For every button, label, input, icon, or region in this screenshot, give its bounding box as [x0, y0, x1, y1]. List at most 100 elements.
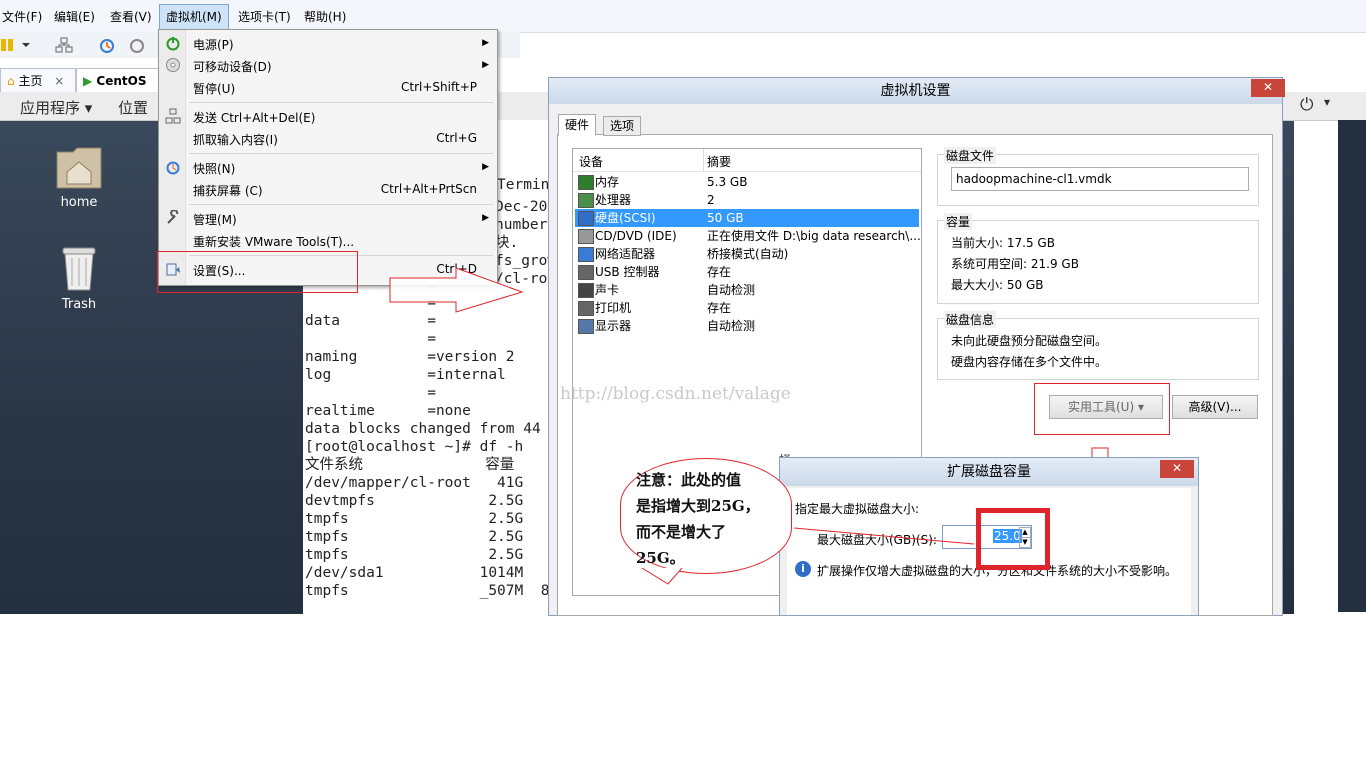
settings-title-bar: 虚拟机设置 [549, 78, 1282, 104]
menu-item[interactable]: 快照(N) ▶ [159, 157, 497, 177]
info-icon: i [795, 561, 811, 577]
desktop-icon-home[interactable]: home [39, 142, 119, 210]
menu-item-label: 可移动设备(D) [193, 60, 272, 74]
menu-item-label: 捕获屏幕 (C) [193, 184, 263, 198]
menu-item-shortcut: Ctrl+Shift+P [401, 80, 477, 94]
device-summary: 50 GB [707, 211, 744, 225]
chevron-down-icon[interactable]: ▾ [1324, 95, 1330, 109]
terminal-partial-text: number [495, 217, 548, 233]
menu-help[interactable]: 帮助(H) [304, 8, 346, 25]
menu-item[interactable]: 暂停(U) Ctrl+Shift+P [159, 77, 497, 97]
device-summary: 2 [707, 193, 715, 207]
menu-item[interactable]: 重新安装 VMware Tools(T)... [159, 230, 497, 250]
terminal-line: /dev/sda1 1014M [305, 565, 524, 581]
chevron-down-icon[interactable] [20, 36, 32, 54]
network-icon [165, 108, 181, 124]
device-summary: 存在 [707, 301, 732, 315]
terminal-line: /dev/mapper/cl-root 41G [305, 475, 524, 491]
advanced-button[interactable]: 高级(V)... [1172, 395, 1258, 419]
max-size: 最大大小: 50 GB [951, 278, 1044, 292]
menu-item[interactable]: 管理(M) ▶ [159, 208, 497, 228]
terminal-line: data blocks changed from 44 [305, 421, 541, 437]
device-row[interactable]: 硬盘(SCSI) 50 GB [575, 209, 919, 227]
device-row[interactable]: 打印机 存在 [575, 299, 919, 317]
close-icon[interactable]: × [54, 74, 64, 88]
applications-menu[interactable]: 应用程序 ▾ [20, 97, 92, 118]
device-row[interactable]: USB 控制器 存在 [575, 263, 919, 281]
close-icon[interactable]: ✕ [1251, 79, 1285, 97]
device-icon [578, 247, 594, 262]
terminal-line: [root@localhost ~]# df -h [305, 439, 524, 455]
terminal-line: devtmpfs 2.5G [305, 493, 524, 509]
menu-file[interactable]: 文件(F) [2, 8, 42, 25]
terminal-line: tmpfs 2.5G [305, 529, 524, 545]
device-icon [578, 229, 594, 244]
submenu-arrow-icon: ▶ [482, 38, 489, 48]
device-icon [578, 193, 594, 208]
device-name: CD/DVD (IDE) [595, 229, 677, 243]
device-name: 声卡 [595, 283, 620, 297]
vm-dropdown-menu: 电源(P) ▶ 可移动设备(D) ▶ 暂停(U) Ctrl+Shift+P 发送 Ctrl+… [158, 29, 498, 286]
menu-item[interactable]: 抓取输入内容(I) Ctrl+G [159, 128, 497, 148]
power-icon [166, 37, 180, 51]
pause-icon[interactable] [0, 36, 18, 54]
menu-item[interactable]: 可移动设备(D) ▶ [159, 55, 497, 75]
menu-item[interactable]: 发送 Ctrl+Alt+Del(E) [159, 106, 497, 126]
trash-icon [62, 247, 96, 291]
menu-view[interactable]: 查看(V) [110, 8, 152, 25]
snapshot-icon [166, 161, 180, 175]
current-size: 当前大小: 17.5 GB [951, 236, 1055, 250]
device-row[interactable]: 内存 5.3 GB [575, 173, 919, 191]
terminal-line: naming =version 2 [305, 349, 515, 365]
device-name: 打印机 [595, 301, 632, 315]
disc-icon [166, 58, 180, 72]
device-row[interactable]: 显示器 自动检测 [575, 317, 919, 335]
menu-item-shortcut: Ctrl+Alt+PrtScn [380, 182, 477, 196]
watermark: http://blog.csdn.net/valage [560, 384, 791, 404]
device-row[interactable]: CD/DVD (IDE) 正在使用文件 D:\big data research\… [575, 227, 921, 245]
tab-options[interactable]: 选项 [603, 116, 642, 136]
menu-item[interactable]: 捕获屏幕 (C) Ctrl+Alt+PrtScn [159, 179, 497, 199]
submenu-arrow-icon: ▶ [482, 213, 489, 223]
close-icon[interactable]: ✕ [1160, 460, 1194, 478]
menu-item-label: 抓取输入内容(I) [193, 133, 278, 147]
device-name: USB 控制器 [595, 265, 660, 279]
revert-snapshot-icon[interactable] [128, 36, 146, 54]
tab-hardware[interactable]: 硬件 [558, 114, 597, 136]
power-icon[interactable]: ⏻ [1300, 95, 1313, 115]
tab-centos[interactable]: ▶ CentOS 64 [76, 68, 170, 112]
device-row[interactable]: 处理器 2 [575, 191, 919, 209]
terminal-partial-text: Dec-20 [495, 199, 548, 215]
menu-item-label: 电源(P) [193, 38, 234, 52]
expand-instruction: 指定最大虚拟磁盘大小: [795, 502, 920, 516]
menu-item[interactable]: 电源(P) ▶ [159, 33, 497, 53]
disk-file-group: 磁盘文件 hadoopmachine-cl1.vmdk [937, 147, 1259, 206]
disk-file-field[interactable]: hadoopmachine-cl1.vmdk [951, 167, 1249, 191]
capacity-group: 容量 当前大小: 17.5 GB 系统可用空间: 21.9 GB 最大大小: 5… [937, 213, 1259, 304]
column-header-device: 设备 [579, 155, 604, 169]
terminal-line: tmpfs 2.5G [305, 511, 524, 527]
menu-vm[interactable]: 虚拟机(M) [159, 4, 229, 30]
device-icon [578, 301, 594, 316]
network-icon[interactable] [55, 36, 73, 54]
device-row[interactable]: 声卡 自动检测 [575, 281, 919, 299]
menu-separator [189, 102, 493, 103]
expand-title-bar: 扩展磁盘容量 [780, 458, 1198, 486]
device-row[interactable]: 网络适配器 桥接模式(自动) [575, 245, 919, 263]
disk-info-line: 未向此硬盘预分配磁盘空间。 [951, 334, 1108, 348]
device-summary: 自动检测 [707, 319, 756, 333]
desktop-icon-trash[interactable]: Trash [39, 244, 119, 312]
device-icon [578, 283, 594, 298]
device-icon [578, 211, 594, 226]
menu-separator [189, 204, 493, 205]
places-menu[interactable]: 位置 [118, 97, 148, 118]
wrench-icon [167, 210, 179, 224]
snapshot-icon[interactable] [98, 36, 116, 54]
submenu-arrow-icon: ▶ [482, 162, 489, 172]
tab-home[interactable]: ⌂ 主页 × [0, 68, 76, 93]
annotation-callout: 注意：此处的值 是指增大到25G， 而不是增大了 25G。 [620, 458, 792, 574]
folder-home-icon [56, 147, 102, 189]
menu-tabs[interactable]: 选项卡(T) [238, 8, 291, 25]
callout-tail [641, 568, 683, 585]
menu-edit[interactable]: 编辑(E) [54, 8, 95, 25]
